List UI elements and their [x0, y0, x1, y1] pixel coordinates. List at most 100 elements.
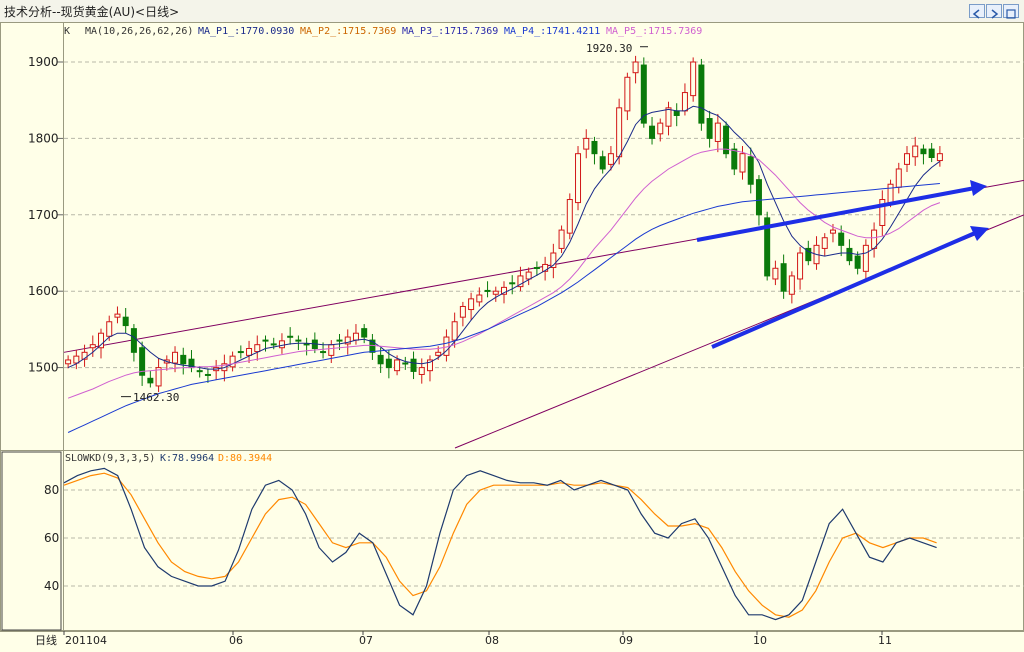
kd-legend: SLOWKD(9,3,3,5): [65, 453, 155, 464]
candle-body: [698, 64, 705, 124]
ma-p4-legend: MA_P4_:1741.4211: [504, 26, 600, 37]
lower-arrow-shaft: [711, 231, 976, 349]
candle-body: [862, 244, 869, 272]
candle-body: [632, 61, 639, 74]
candle-body: [278, 340, 285, 349]
candle-body: [739, 153, 746, 173]
candle-body: [665, 107, 672, 127]
chart-window: 技术分析--现货黄金(AU)<日线> 1900 1800 1700 1600 1500 …: [0, 0, 1024, 652]
candle-body: [237, 351, 244, 354]
price-y-ticks: 1900 1800 1700 1600 1500: [28, 55, 63, 375]
candle-body: [492, 290, 499, 295]
candle-body: [525, 271, 532, 280]
candle-body: [98, 332, 105, 349]
candle-body: [681, 92, 688, 112]
candle-body: [747, 156, 754, 185]
candle-body: [706, 118, 713, 139]
candle-body: [361, 328, 368, 338]
candle-body: [829, 229, 836, 234]
candle-body: [755, 179, 762, 216]
candle-body: [418, 367, 425, 375]
candle-body: [106, 321, 113, 337]
candle-body: [320, 351, 327, 354]
price-y-tick-label: 1900: [28, 55, 59, 69]
candle-body: [690, 61, 697, 97]
candlesticks: [65, 55, 943, 393]
candle-body: [649, 125, 656, 139]
candle-body: [295, 339, 302, 342]
x-ticks: 201104 06 07 08 09 10 11: [63, 631, 892, 647]
candle-body: [731, 148, 738, 170]
prev-icon[interactable]: [969, 4, 985, 19]
candle-body: [122, 316, 129, 327]
kd-lines: [63, 467, 937, 621]
candle-body: [895, 168, 902, 188]
candle-body: [204, 373, 211, 376]
candle-body: [476, 294, 483, 303]
candle-body: [624, 76, 631, 112]
trend-arrows: [121, 46, 989, 398]
low-label: 1462.30: [133, 391, 179, 404]
kd-y-tick-label: 60: [44, 531, 59, 545]
candle-body: [936, 153, 943, 162]
candle-body: [673, 110, 680, 116]
x-tick-label: 201104: [65, 634, 107, 647]
ma-p2-legend: MA_P2_:1715.7369: [300, 26, 396, 37]
candle-body: [657, 122, 664, 135]
x-tick-label: 09: [619, 634, 633, 647]
slowd-line: [63, 472, 937, 618]
candle-body: [254, 344, 261, 353]
candle-body: [377, 354, 384, 365]
k-value-label: K:78.9964: [160, 453, 214, 464]
x-tick-label: 08: [485, 634, 499, 647]
title-bar: 技术分析--现货黄金(AU)<日线>: [0, 0, 1024, 23]
candle-body: [468, 298, 475, 311]
candle-body: [484, 289, 491, 292]
candle-body: [89, 344, 96, 349]
candle-body: [846, 247, 853, 262]
price-y-tick-label: 1600: [28, 284, 59, 298]
candle-body: [583, 137, 590, 150]
candle-body: [303, 343, 310, 346]
candle-body: [854, 255, 861, 269]
kd-y-ticks: 80 60 40: [44, 483, 59, 593]
price-legend-prefix: K: [64, 26, 70, 37]
candle-body: [903, 153, 910, 165]
candle-body: [838, 232, 845, 246]
candle-body: [147, 377, 154, 384]
x-tick-label: 10: [753, 634, 767, 647]
candle-body: [114, 313, 121, 318]
x-tick-label: 06: [229, 634, 243, 647]
ma-p1-line: [67, 105, 941, 370]
upper-arrow-shaft: [696, 186, 976, 242]
ma-p3-legend: MA_P3_:1715.7369: [402, 26, 498, 37]
candle-body: [887, 183, 894, 204]
ma-lines: [67, 105, 941, 433]
chart-area: 1900 1800 1700 1600 1500 80 60 40 201104 06 07 08…: [0, 22, 1024, 647]
ma-params: MA(10,26,26,62,26): [85, 26, 193, 37]
ma-p1-legend: MA_P1_:1770.0930: [198, 26, 294, 37]
restore-icon[interactable]: [1003, 4, 1019, 19]
kd-y-tick-label: 80: [44, 483, 59, 497]
candle-body: [928, 148, 935, 159]
candle-body: [599, 156, 606, 170]
candle-body: [912, 145, 919, 158]
candle-body: [533, 267, 540, 270]
candle-body: [788, 275, 795, 295]
candle-body: [130, 328, 137, 353]
candle-body: [287, 335, 294, 338]
price-y-tick-label: 1700: [28, 208, 59, 222]
candle-body: [262, 339, 269, 342]
candle-body: [714, 122, 721, 142]
candle-body: [509, 282, 516, 285]
next-icon[interactable]: [986, 4, 1002, 19]
candle-body: [920, 148, 927, 155]
period-label: 日线: [35, 633, 57, 647]
candle-body: [410, 358, 417, 372]
candle-body: [385, 358, 392, 369]
candle-body: [821, 237, 828, 249]
candle-body: [196, 370, 203, 373]
window-title: 技术分析--现货黄金(AU)<日线>: [4, 5, 180, 19]
x-tick-label: 07: [359, 634, 373, 647]
ma-p5-legend: MA_P5_:1715.7369: [606, 26, 702, 37]
